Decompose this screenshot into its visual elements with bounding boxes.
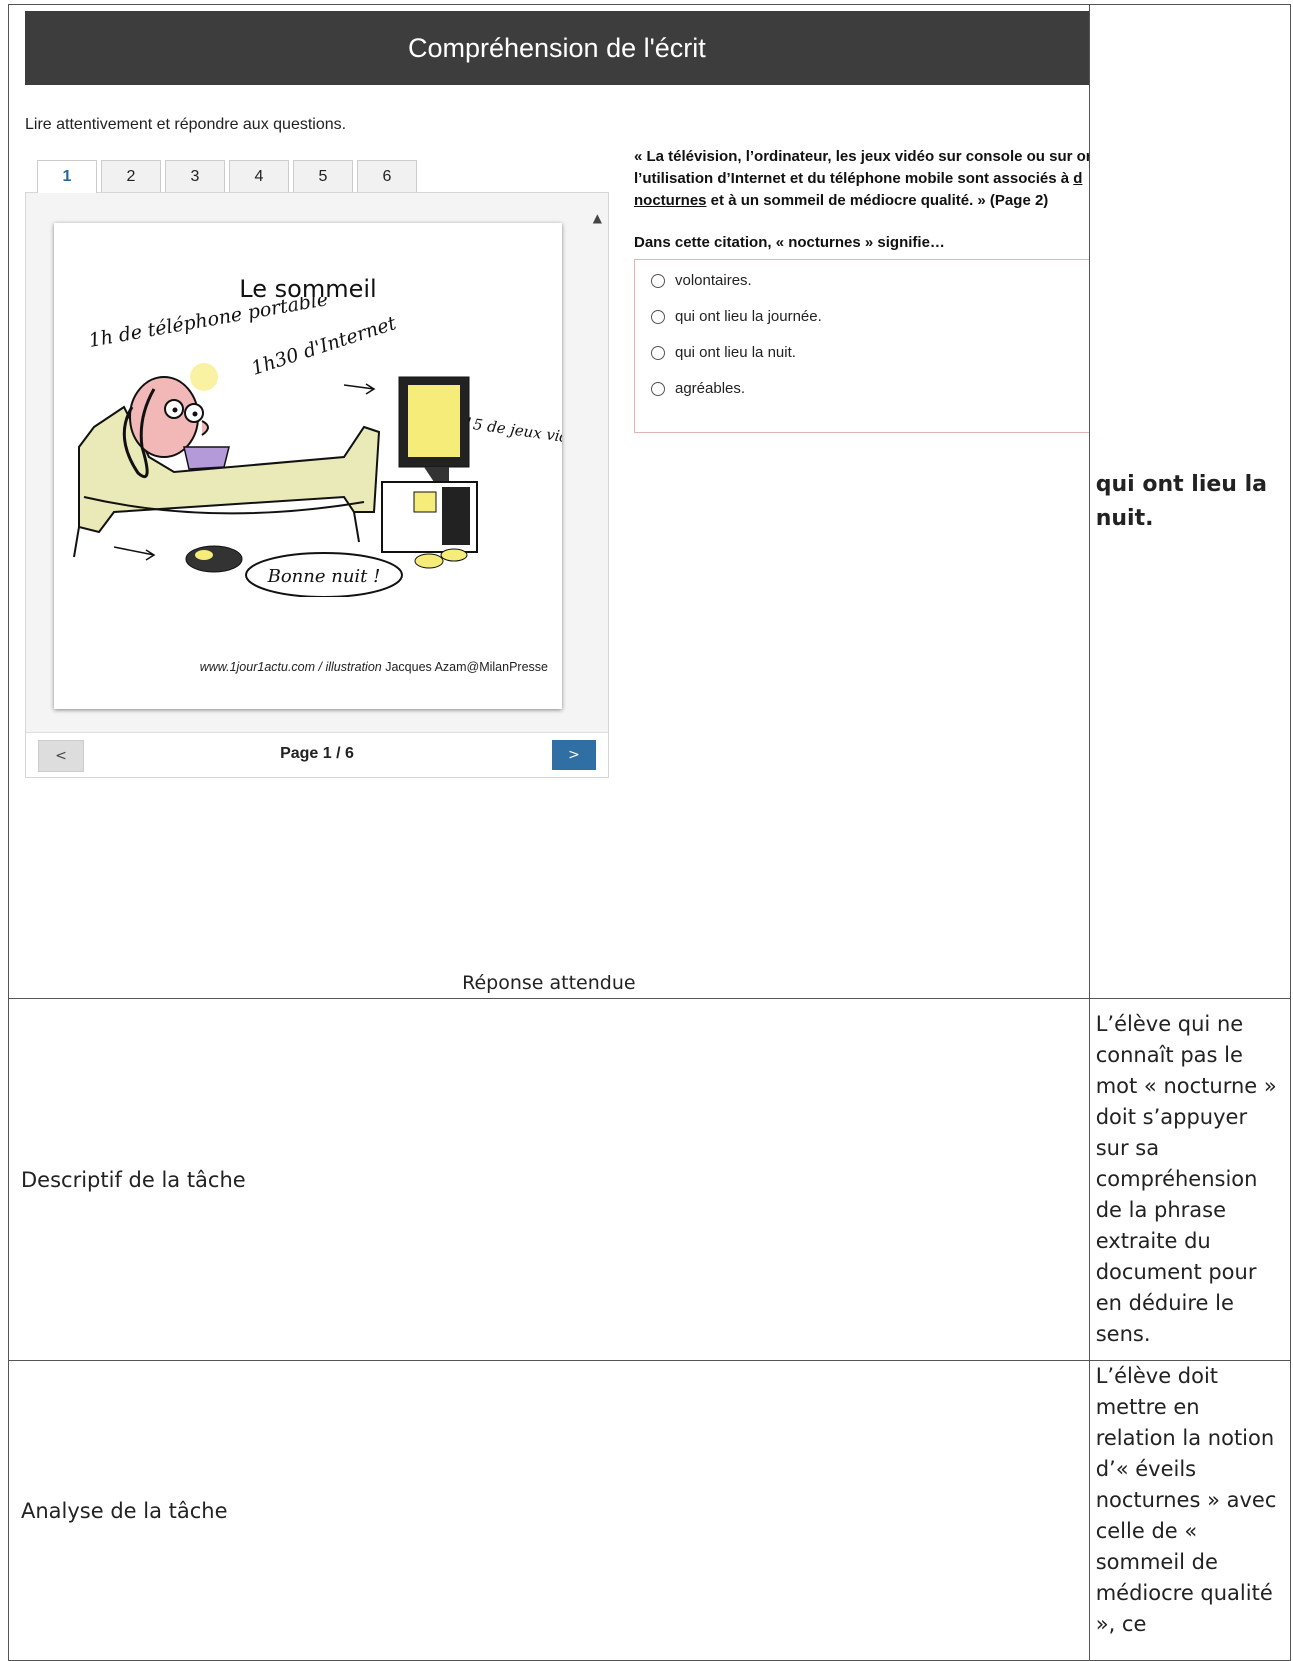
document-viewer: ▲ ▼ Le sommeil 1h de téléphone portable … xyxy=(25,192,609,778)
row-label-reponse: Réponse attendue xyxy=(462,972,636,994)
tab-6[interactable]: 6 xyxy=(357,160,417,192)
question-quote: « La télévision, l’ordinateur, les jeux … xyxy=(634,146,1089,212)
radio-icon[interactable] xyxy=(651,381,665,396)
quote-line-2: l’utilisation d’Internet et du téléphone… xyxy=(634,168,1089,190)
quote-line-2-text: l’utilisation d’Internet et du téléphone… xyxy=(634,170,1070,187)
option-4[interactable]: agréables. xyxy=(651,380,745,397)
radio-icon[interactable] xyxy=(651,345,665,360)
illustration-credit: www.1jour1actu.com / illustration Jacque… xyxy=(200,660,548,674)
option-2-label: qui ont lieu la journée. xyxy=(675,308,822,325)
page-tabs: 1 2 3 4 5 6 xyxy=(37,160,421,193)
next-page-button[interactable]: > xyxy=(552,740,596,770)
tab-5[interactable]: 5 xyxy=(293,160,353,192)
answer-options: volontaires. qui ont lieu la journée. qu… xyxy=(634,259,1089,433)
document-page: Le sommeil 1h de téléphone portable 1h30… xyxy=(54,223,562,709)
task-description: L’élève qui ne connaît pas le mot « noct… xyxy=(1088,998,1292,1361)
option-3-label: qui ont lieu la nuit. xyxy=(675,344,796,361)
tab-1[interactable]: 1 xyxy=(37,160,97,193)
page-indicator: Page 1 / 6 xyxy=(280,745,354,762)
option-1[interactable]: volontaires. xyxy=(651,272,752,289)
question-prompt: Dans cette citation, « nocturnes » signi… xyxy=(634,234,945,251)
quote-line-3-text: et à un sommeil de médiocre qualité. » (… xyxy=(706,192,1049,209)
row-label-descriptif: Descriptif de la tâche xyxy=(8,998,1090,1361)
radio-icon[interactable] xyxy=(651,309,665,324)
tab-4[interactable]: 4 xyxy=(229,160,289,192)
screenshot-cell: Compréhension de l'écrit Lire attentivem… xyxy=(8,4,1090,999)
option-2[interactable]: qui ont lieu la journée. xyxy=(651,308,822,325)
section-header: Compréhension de l'écrit xyxy=(25,11,1089,85)
quote-line-3: nocturnes et à un sommeil de médiocre qu… xyxy=(634,190,1089,212)
radio-icon[interactable] xyxy=(651,273,665,288)
label-internet: 1h30 d'Internet xyxy=(249,312,400,380)
credit-url: www.1jour1actu.com / illustration xyxy=(199,660,382,674)
scroll-up-icon[interactable]: ▲ xyxy=(593,211,602,225)
instructions: Lire attentivement et répondre aux quest… xyxy=(25,116,347,133)
sleep-illustration: 1h de téléphone portable 1h30 d'Internet… xyxy=(73,297,562,597)
option-3[interactable]: qui ont lieu la nuit. xyxy=(651,344,796,361)
credit-author: Jacques Azam@MilanPresse xyxy=(385,660,548,674)
page-navigation: < Page 1 / 6 > xyxy=(26,732,608,777)
expected-answer: qui ont lieu la nuit. xyxy=(1088,4,1292,999)
quote-underlined-word: nocturnes xyxy=(634,192,707,209)
tab-3[interactable]: 3 xyxy=(165,160,225,192)
quote-underlined-start: d xyxy=(1073,170,1083,187)
tab-2[interactable]: 2 xyxy=(101,160,161,192)
option-1-label: volontaires. xyxy=(675,272,752,289)
speech-bubble-text: Bonne nuit ! xyxy=(267,566,381,587)
evaluation-table: Compréhension de l'écrit Lire attentivem… xyxy=(8,4,1292,1661)
quote-line-1: « La télévision, l’ordinateur, les jeux … xyxy=(634,148,1089,165)
exercise-screenshot: Compréhension de l'écrit Lire attentivem… xyxy=(9,5,1089,998)
option-4-label: agréables. xyxy=(675,380,746,397)
row-label-analyse: Analyse de la tâche xyxy=(8,1360,1090,1661)
task-analysis: L’élève doit mettre en relation la notio… xyxy=(1088,1360,1292,1661)
